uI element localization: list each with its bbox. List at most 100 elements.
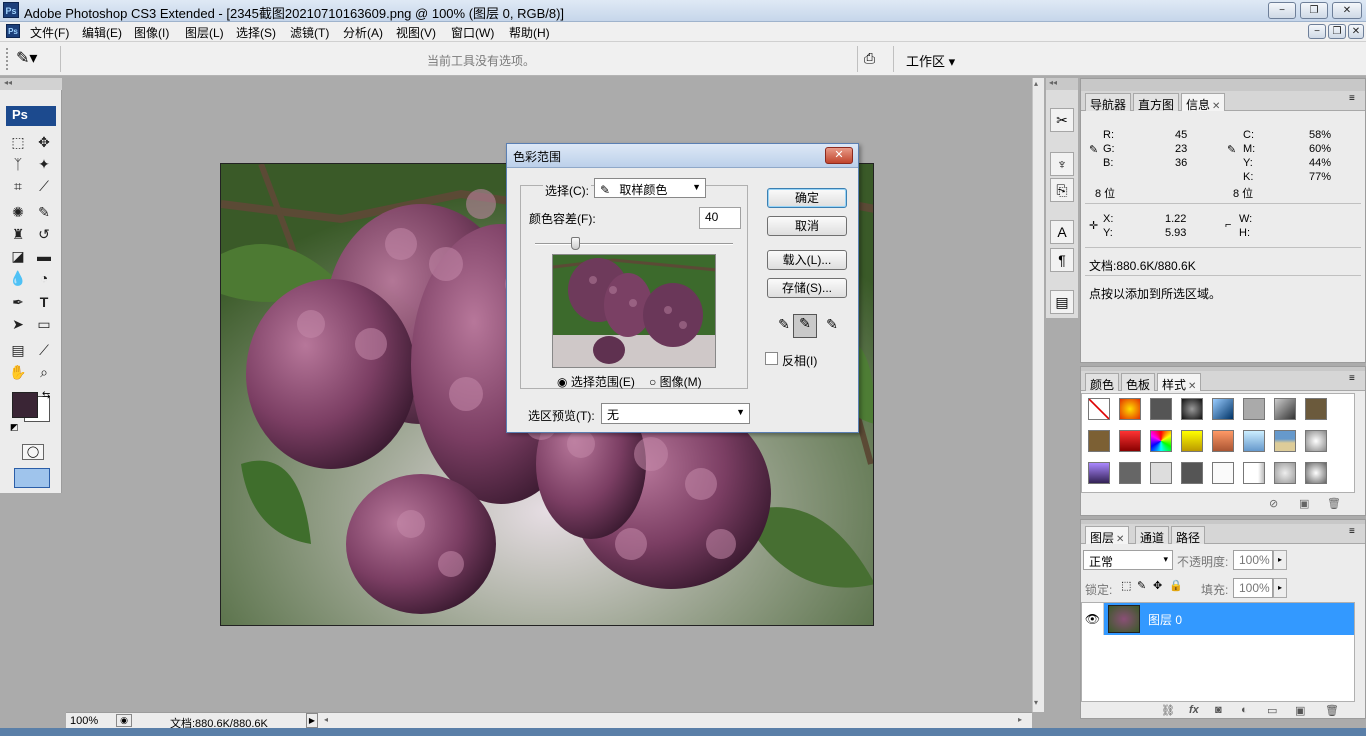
link-layers-icon[interactable]: ⛓ [1161,704,1175,717]
menu-view[interactable]: 视图(V) [396,24,436,41]
vertical-scrollbar[interactable]: ▴ ▾ [1032,78,1044,712]
lock-paint-icon[interactable]: ✎ [1137,579,1146,592]
style-swatch[interactable] [1212,398,1234,420]
zoom-tool-icon[interactable]: ⌕ [34,362,54,382]
clear-style-icon[interactable]: ⊘ [1269,497,1278,510]
style-swatch[interactable] [1243,462,1265,484]
style-swatch[interactable] [1212,430,1234,452]
tab-swatches[interactable]: 色板 [1121,373,1156,392]
doc-minimize-button[interactable]: − [1308,24,1326,39]
dodge-tool-icon[interactable]: ◔ [34,268,54,288]
hand-tool-icon[interactable]: ✋ [8,362,28,382]
new-group-icon[interactable]: ▭ [1267,704,1277,717]
status-menu-icon[interactable]: ◉ [116,714,132,727]
menu-select[interactable]: 选择(S) [236,24,276,41]
save-button[interactable]: 存储(S)... [767,278,847,298]
tools-preset-icon[interactable]: ✂ [1050,108,1074,132]
panel-grip[interactable] [1081,79,1365,91]
eye-visibility-icon[interactable]: 👁 [1082,603,1104,635]
toolbox-collapse-icon[interactable]: ◂◂ [0,78,62,90]
history-brush-tool-icon[interactable]: ↺ [34,224,54,244]
style-swatch[interactable] [1150,398,1172,420]
fuzziness-input[interactable]: 40 [699,207,741,229]
doc-close-button[interactable]: ✕ [1348,24,1364,39]
ok-button[interactable]: 确定 [767,188,847,208]
magic-wand-tool-icon[interactable]: ✦ [34,154,54,174]
doc-restore-button[interactable]: ❐ [1328,24,1346,39]
eyedropper-tool-icon[interactable]: ⟋ [34,340,54,360]
style-swatch[interactable] [1243,430,1265,452]
load-button[interactable]: 载入(L)... [767,250,847,270]
layer-row[interactable]: 👁 图层 0 [1082,603,1354,635]
style-swatch[interactable] [1274,398,1296,420]
move-tool-icon[interactable]: ✥ [34,132,54,152]
brushes-icon[interactable]: ♆ [1050,152,1074,176]
style-swatch[interactable] [1305,430,1327,452]
grip-handle[interactable] [6,48,10,70]
invert-checkbox[interactable] [765,352,778,365]
scroll-down-icon[interactable]: ▾ [1034,698,1038,707]
hscroll-right-icon[interactable]: ▸ [1018,715,1022,724]
opacity-arrow-icon[interactable]: ▸ [1273,550,1287,570]
screen-mode-icon[interactable] [14,468,50,488]
tab-paths[interactable]: 路径 [1171,526,1206,545]
layer-comps-icon[interactable]: ▤ [1050,290,1074,314]
menu-file[interactable]: 文件(F) [30,24,69,41]
status-arrow-icon[interactable]: ▶ [306,713,318,728]
quick-mask-icon[interactable]: ◯ [22,444,44,460]
new-layer-icon[interactable]: ▣ [1295,704,1305,717]
style-swatch[interactable] [1243,398,1265,420]
close-tab-icon[interactable]: ✕ [1212,101,1220,112]
minimize-button[interactable]: − [1268,2,1296,19]
healing-tool-icon[interactable]: ✺ [8,202,28,222]
stamp-tool-icon[interactable]: ♜ [8,224,28,244]
style-swatch[interactable] [1119,462,1141,484]
type-tool-icon[interactable]: T [34,292,54,312]
eraser-tool-icon[interactable]: ◪ [8,246,28,266]
tab-styles[interactable]: 样式 ✕ [1157,373,1202,392]
default-colors-icon[interactable]: ◩ [10,422,19,433]
delete-style-icon[interactable]: 🗑 [1327,497,1341,510]
layer-mask-icon[interactable]: ◙ [1215,704,1222,716]
hscroll-left-icon[interactable]: ◂ [324,715,328,724]
bridge-icon[interactable]: ⎙ [864,50,875,67]
close-button[interactable]: ✕ [1332,2,1362,19]
fill-arrow-icon[interactable]: ▸ [1273,578,1287,598]
character-icon[interactable]: A [1050,220,1074,244]
dialog-close-button[interactable]: ✕ [825,147,853,164]
dock-collapse-icon[interactable]: ◂◂ [1046,78,1078,90]
adjustment-layer-icon[interactable]: ◐ [1241,704,1248,716]
menu-image[interactable]: 图像(I) [134,24,169,41]
style-swatch[interactable] [1305,462,1327,484]
pen-tool-icon[interactable]: ✒ [8,292,28,312]
lock-transparent-icon[interactable]: ⬚ [1121,579,1131,592]
crop-tool-icon[interactable]: ⌗ [8,176,28,196]
swap-colors-icon[interactable]: ⇆ [42,390,50,401]
panel-menu-icon[interactable]: ≡ [1349,373,1355,384]
menu-filter[interactable]: 滤镜(T) [290,24,329,41]
workspace-menu[interactable]: 工作区 ▾ [906,51,955,70]
preview-dropdown[interactable]: 无 ▼ [601,403,750,424]
zoom-level[interactable]: 100% [70,715,98,727]
radio-image[interactable]: ○ 图像(M) [649,373,702,390]
foreground-color-swatch[interactable] [12,392,38,418]
style-swatch[interactable] [1088,462,1110,484]
eyedropper-subtract-icon[interactable]: ✎ [821,316,843,338]
tab-channels[interactable]: 通道 [1135,526,1170,545]
panel-menu-icon[interactable]: ≡ [1349,93,1355,104]
notes-tool-icon[interactable]: ▤ [8,340,28,360]
clone-source-icon[interactable]: ⎘ [1050,178,1074,202]
style-swatch[interactable] [1181,430,1203,452]
tab-layers[interactable]: 图层 ✕ [1085,526,1130,545]
lasso-tool-icon[interactable]: ᛉ [8,154,28,174]
eyedropper-tool-icon[interactable]: ✎▾ [16,48,37,68]
menu-analysis[interactable]: 分析(A) [343,24,383,41]
marquee-tool-icon[interactable]: ⬚ [8,132,28,152]
style-swatch[interactable] [1212,462,1234,484]
menu-help[interactable]: 帮助(H) [509,24,550,41]
style-swatch[interactable] [1274,430,1296,452]
layer-name[interactable]: 图层 0 [1148,611,1182,628]
slice-tool-icon[interactable]: ⟋ [34,176,54,196]
menu-window[interactable]: 窗口(W) [451,24,494,41]
lock-all-icon[interactable]: 🔒 [1169,579,1183,592]
